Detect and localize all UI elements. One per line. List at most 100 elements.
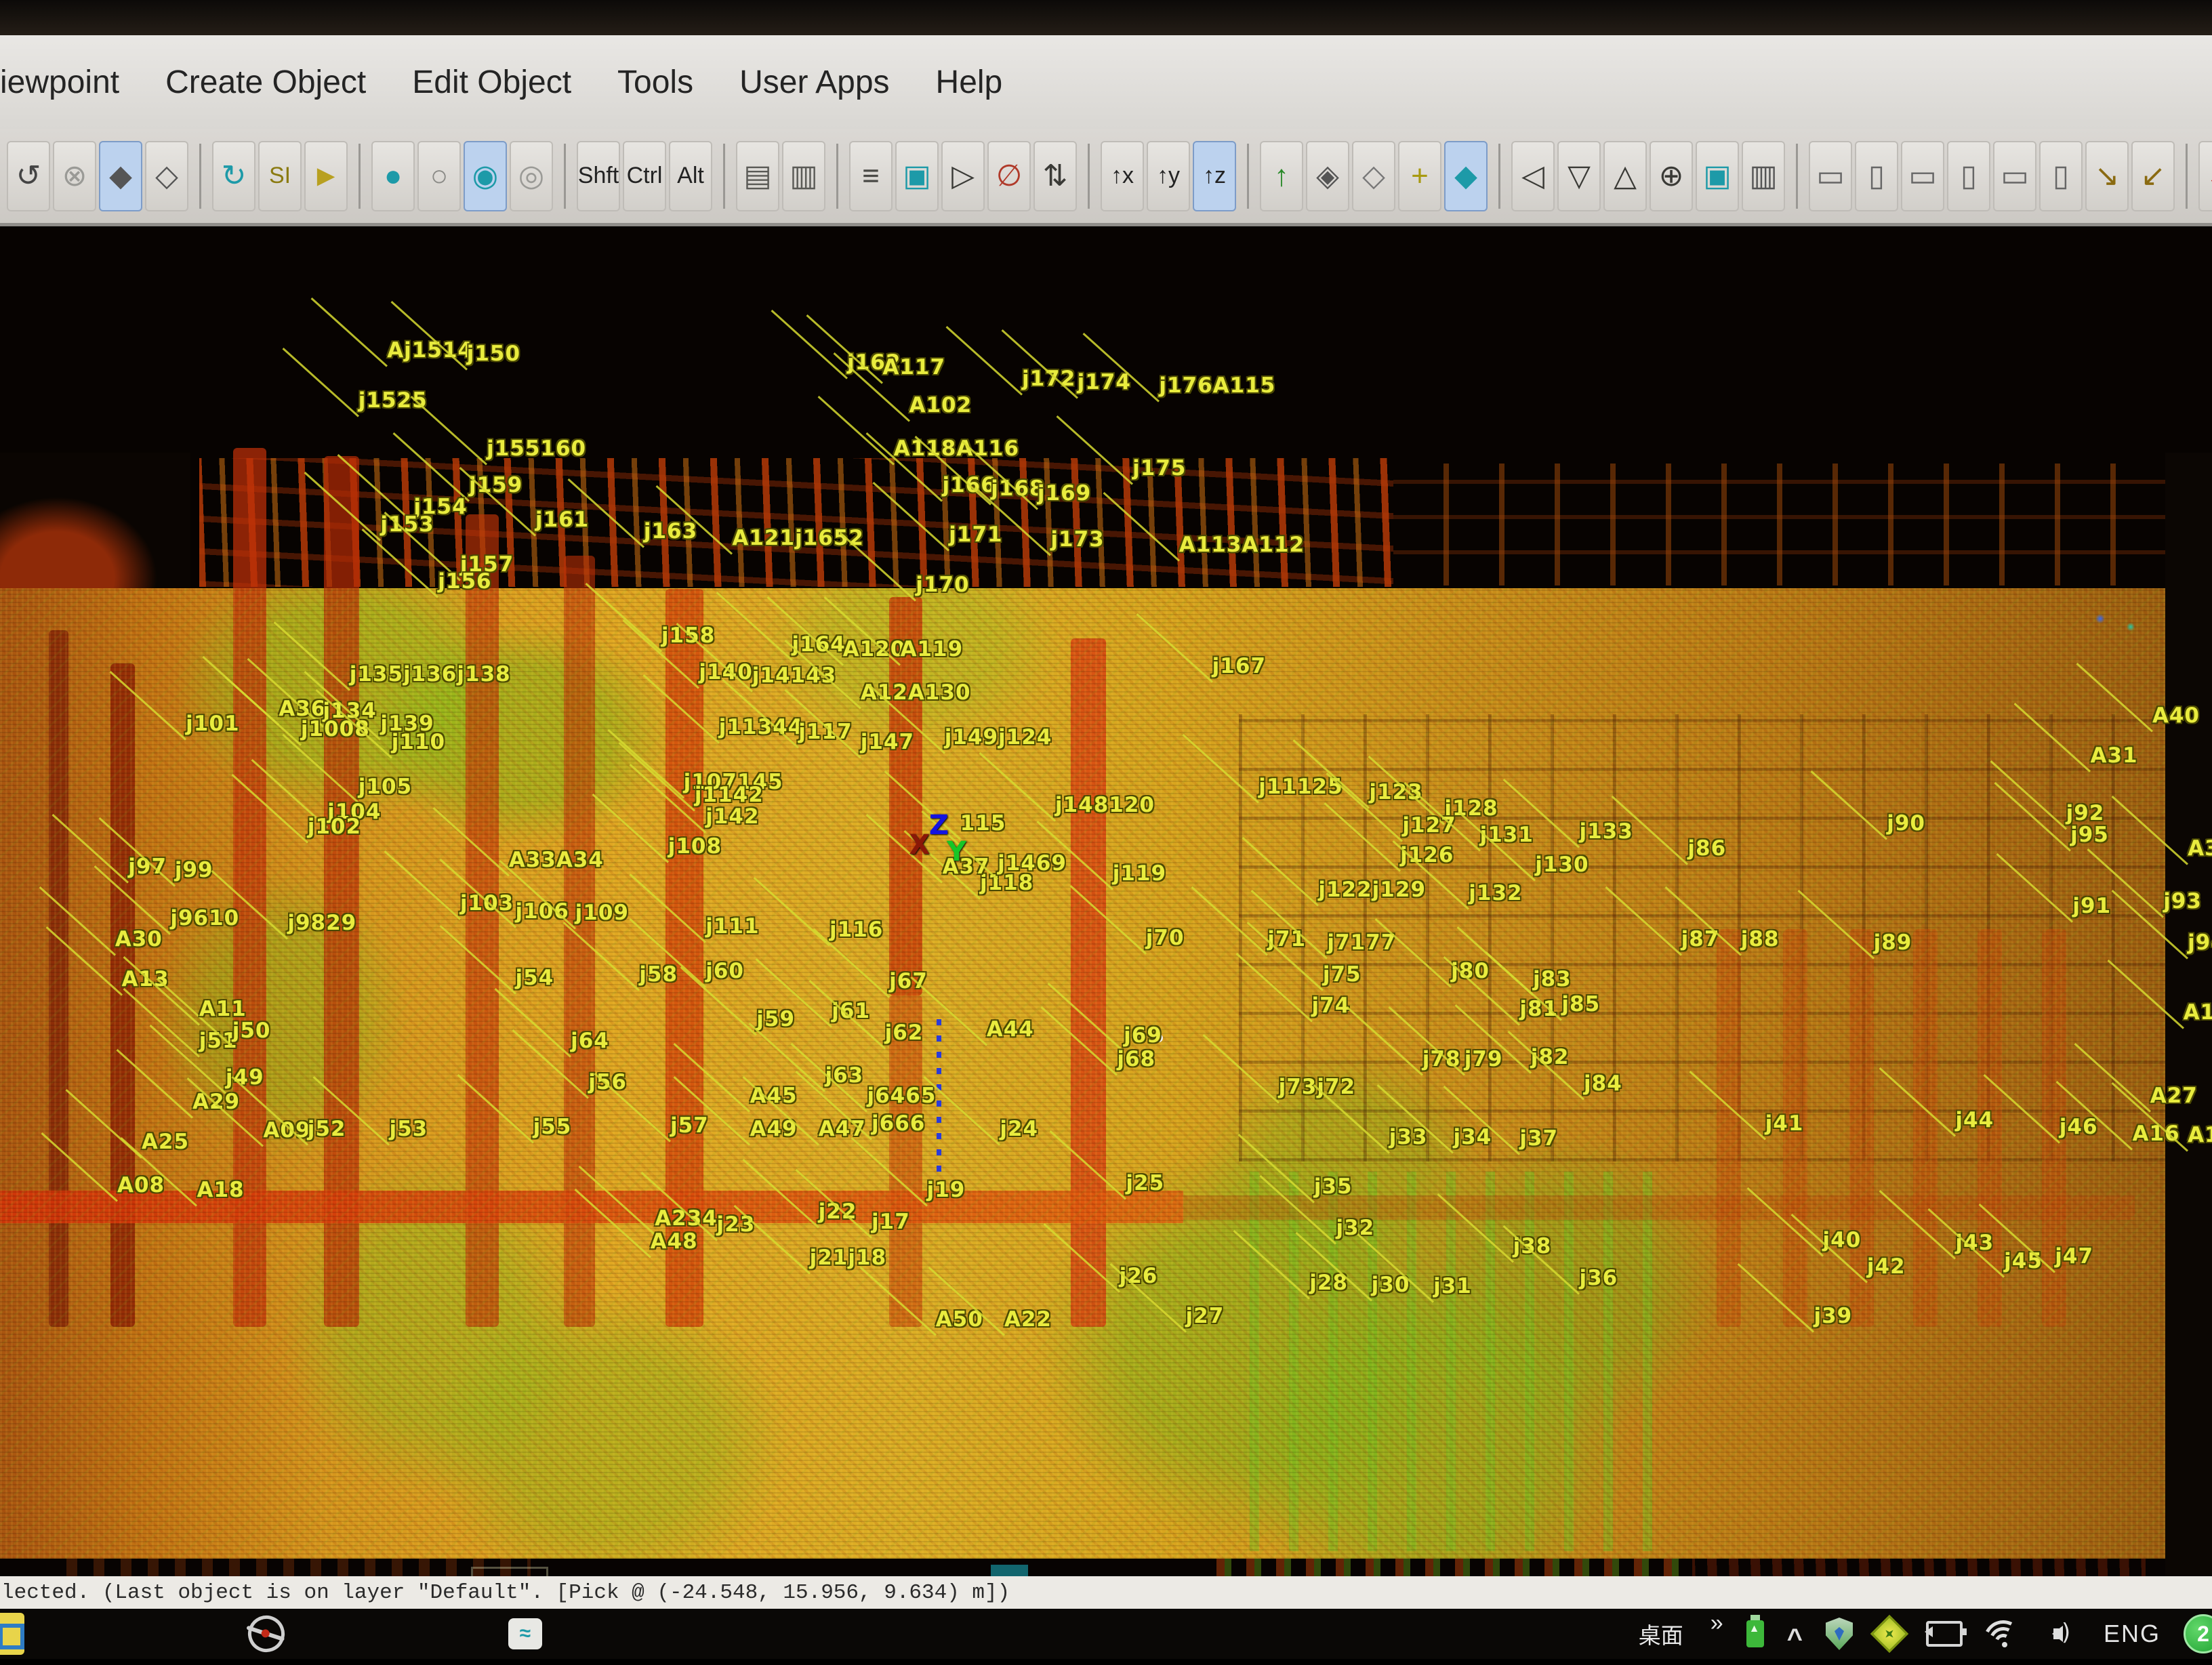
point-label[interactable]: j93 [2163, 889, 2202, 913]
volume-icon[interactable]: ) [2044, 1620, 2081, 1647]
point-label[interactable]: j34 [1453, 1125, 1492, 1149]
point-label[interactable]: j150 [467, 342, 520, 366]
point-label[interactable]: j7177 [1327, 930, 1396, 955]
point-label[interactable]: j47 [2055, 1244, 2093, 1269]
security-diamond-icon[interactable] [1870, 1615, 1909, 1653]
view-rotate-icon[interactable]: ↺ [7, 141, 50, 211]
pinned-app-icon[interactable] [0, 1613, 24, 1655]
point-label[interactable]: j149j124 [945, 725, 1052, 749]
point-label[interactable]: j1142 [695, 783, 764, 807]
usb-device-icon[interactable] [1746, 1620, 1764, 1647]
point-label[interactable]: j106 [516, 899, 569, 924]
point-label[interactable]: j63 [825, 1063, 863, 1088]
point-label[interactable]: Aj1514 [387, 338, 473, 363]
point-label[interactable]: A33A34 [509, 848, 604, 872]
point-label[interactable]: j60 [705, 959, 744, 983]
point-label[interactable]: j89 [1874, 930, 1912, 955]
point-label[interactable]: j168 [991, 476, 1044, 501]
point-label[interactable]: j54 [516, 966, 554, 990]
point-label[interactable]: A118A116 [894, 436, 1019, 461]
orbit-camera-icon[interactable]: ↻ [212, 141, 255, 211]
point-label[interactable]: A3 [2188, 836, 2212, 861]
tray-expand-chevron-icon[interactable]: ^ [1787, 1630, 1803, 1647]
point-label[interactable]: A30 [115, 927, 163, 951]
viewpoint-flag-icon[interactable]: ► [304, 141, 348, 211]
point-label[interactable]: j50 [232, 1019, 271, 1043]
point-label[interactable]: A25 [142, 1130, 189, 1154]
point-label[interactable]: j111 [705, 914, 759, 939]
copy-fence-icon[interactable]: ◇ [1352, 141, 1395, 211]
menu-item-edit-object[interactable]: Edit Object [389, 64, 594, 101]
point-label[interactable]: j90 [1887, 811, 1925, 836]
pick-multiple-icon[interactable]: ⇅ [1033, 141, 1077, 211]
pointer-icon[interactable]: ◁ [1511, 141, 1555, 211]
point-label[interactable]: j102 [308, 815, 361, 839]
layers-icon[interactable]: ≡ [849, 141, 893, 211]
up-z-button[interactable]: ↑z [1193, 141, 1236, 211]
point-label[interactable]: j19 [927, 1178, 966, 1202]
point-label[interactable]: j27 [1186, 1304, 1225, 1328]
point-label[interactable]: j147 [861, 730, 914, 754]
point-label[interactable]: j99 [175, 858, 213, 882]
point-label[interactable]: A44 [987, 1017, 1034, 1042]
point-label[interactable]: j167 [1212, 654, 1266, 678]
point-label[interactable]: 115 [960, 811, 1006, 836]
slice-box-5-icon[interactable]: ▭ [1993, 141, 2036, 211]
point-label[interactable]: A14 [2184, 1000, 2212, 1025]
point-label[interactable]: j57 [670, 1113, 709, 1138]
balloon-image-icon[interactable]: ◉ [464, 141, 507, 211]
point-label[interactable]: j101 [186, 712, 239, 736]
point-label[interactable]: j122j129 [1318, 878, 1426, 902]
point-label[interactable]: j74 [1312, 993, 1351, 1018]
point-label[interactable]: A31 [2090, 743, 2137, 768]
point-label[interactable]: j158 [661, 623, 715, 648]
add-cloud-icon[interactable]: + [1398, 141, 1441, 211]
point-label[interactable]: j45 [2004, 1249, 2043, 1273]
point-label[interactable]: A22 [1004, 1307, 1052, 1332]
point-label[interactable]: A11 [199, 997, 247, 1021]
point-label[interactable]: j79 [1465, 1047, 1503, 1071]
point-label[interactable]: j169 [1038, 481, 1091, 506]
tray-badge-icon[interactable]: 2 [2184, 1614, 2212, 1653]
point-label[interactable]: j148120 [1055, 793, 1155, 817]
point-label[interactable]: j55 [533, 1115, 572, 1139]
balloon-locked-icon[interactable]: ◎ [510, 141, 553, 211]
point-label[interactable]: A29 [192, 1090, 240, 1114]
point-label[interactable]: A13 [122, 967, 169, 991]
point-label[interactable]: j142 [705, 804, 759, 829]
database-cursor-icon[interactable]: ▷ [941, 141, 985, 211]
browser-swirl-icon[interactable] [243, 1610, 289, 1657]
db-small-icon[interactable]: ▣ [1696, 141, 1739, 211]
point-label[interactable]: A48 [651, 1229, 698, 1254]
point-label[interactable]: j33 [1389, 1125, 1428, 1149]
point-label[interactable]: j170 [916, 573, 969, 597]
point-label[interactable]: A234 [655, 1206, 718, 1231]
point-label[interactable]: j52 [308, 1117, 346, 1141]
deselect-burst-icon[interactable]: ⊗ [53, 141, 96, 211]
point-label[interactable]: j88 [1741, 927, 1780, 951]
ctrl-button[interactable]: Ctrl [623, 141, 666, 211]
point-label[interactable]: j23 [717, 1212, 756, 1237]
point-label[interactable]: A117 [882, 355, 945, 379]
point-label[interactable]: A09 [263, 1118, 310, 1143]
point-label[interactable]: j42 [1867, 1254, 1906, 1279]
point-label[interactable]: j21j18 [810, 1246, 887, 1270]
point-label[interactable]: A119 [900, 637, 963, 661]
desktop-toolbar-label[interactable]: 桌面 [1639, 1618, 1683, 1650]
point-label[interactable]: j75 [1323, 962, 1361, 987]
point-label[interactable]: j119 [1113, 861, 1166, 886]
point-label[interactable]: A40 [2152, 703, 2200, 728]
point-cloud-viewport[interactable]: Aj1514j150j1525j162A117A102j172j174j176A… [0, 226, 2212, 1576]
point-label[interactable]: j130 [1535, 852, 1589, 877]
point-label[interactable]: j53 [389, 1117, 428, 1141]
point-label[interactable]: A113A112 [1179, 533, 1305, 557]
slice-box-4-icon[interactable]: ▯ [1947, 141, 1990, 211]
no-clip-icon[interactable]: ∅ [987, 141, 1031, 211]
point-label[interactable]: j1469 [998, 851, 1067, 876]
slice-box-2-icon[interactable]: ▯ [1855, 141, 1898, 211]
point-label[interactable]: j68 [1117, 1047, 1155, 1071]
balloon-wire-icon[interactable]: ○ [417, 141, 461, 211]
point-label[interactable]: j175 [1132, 456, 1186, 480]
point-label[interactable]: j39 [1814, 1304, 1852, 1328]
point-label[interactable]: j46 [2060, 1115, 2098, 1139]
